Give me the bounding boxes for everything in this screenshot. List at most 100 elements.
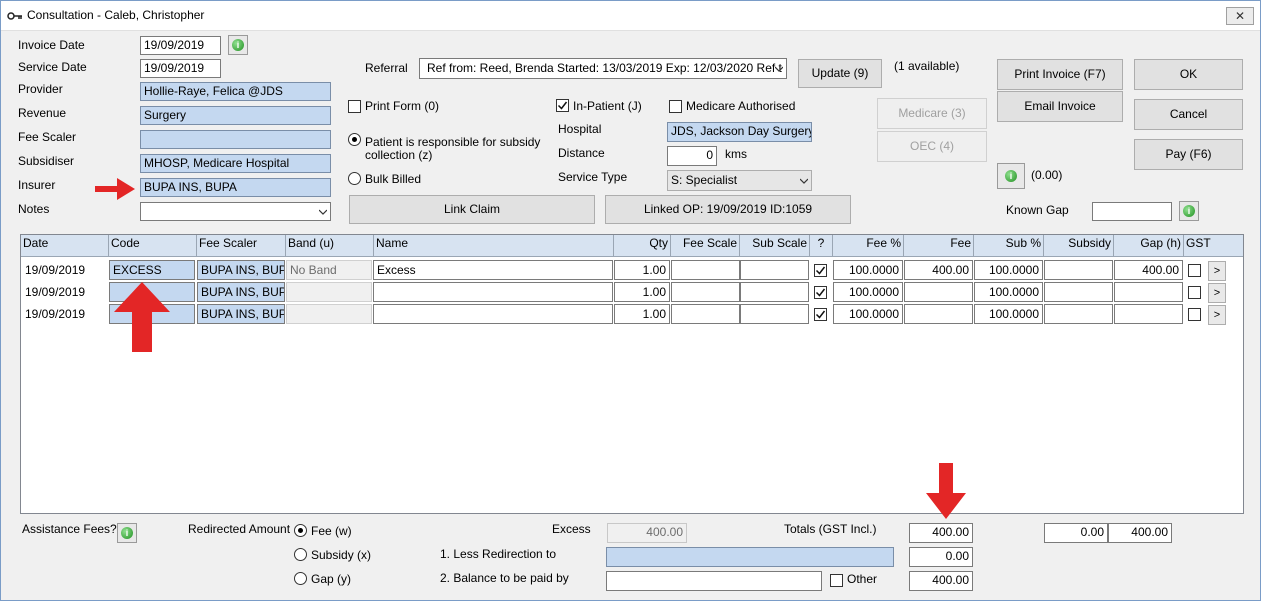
row-qty[interactable]: 1.00	[614, 260, 670, 280]
row-expand-button[interactable]: >	[1208, 261, 1226, 281]
invoice-date-field[interactable]: 19/09/2019	[140, 36, 221, 55]
row-sub-scale[interactable]	[740, 260, 809, 280]
row-subsidy[interactable]	[1044, 304, 1113, 324]
link-claim-button[interactable]: Link Claim	[349, 195, 595, 224]
row-fee[interactable]: 400.00	[904, 260, 973, 280]
known-gap-field[interactable]	[1092, 202, 1172, 221]
col-qty[interactable]: Qty	[614, 235, 671, 257]
row-fee-scale[interactable]	[671, 304, 740, 324]
row-gap[interactable]	[1114, 282, 1183, 302]
service-date-field[interactable]: 19/09/2019	[140, 59, 221, 78]
row-fee[interactable]	[904, 304, 973, 324]
row-qty[interactable]: 1.00	[614, 282, 670, 302]
gap-radio[interactable]	[294, 572, 307, 585]
col-fee[interactable]: Fee	[904, 235, 974, 257]
linked-op-button[interactable]: Linked OP: 19/09/2019 ID:1059	[605, 195, 851, 224]
in-patient-checkbox[interactable]	[556, 99, 569, 112]
row-gst-checkbox[interactable]	[1188, 264, 1201, 277]
less-redirection-field[interactable]	[606, 547, 894, 567]
row-date[interactable]: 19/09/2019	[21, 282, 109, 302]
row-band[interactable]	[286, 282, 372, 302]
row-fee-pct[interactable]: 100.0000	[833, 304, 903, 324]
row-checkbox[interactable]	[814, 264, 827, 277]
revenue-field[interactable]: Surgery	[140, 106, 331, 125]
row-checkbox[interactable]	[814, 308, 827, 321]
email-invoice-button[interactable]: Email Invoice	[997, 91, 1123, 122]
bulk-billed-radio[interactable]	[348, 172, 361, 185]
close-button[interactable]: ✕	[1226, 7, 1254, 25]
subsidiser-field[interactable]: MHOSP, Medicare Hospital	[140, 154, 331, 173]
row-date[interactable]: 19/09/2019	[21, 304, 109, 324]
row-gap[interactable]: 400.00	[1114, 260, 1183, 280]
patient-responsible-radio[interactable]	[348, 133, 361, 146]
row-sub-pct[interactable]: 100.0000	[974, 282, 1043, 302]
oec-button[interactable]: OEC (4)	[877, 131, 987, 162]
row-fee-pct[interactable]: 100.0000	[833, 282, 903, 302]
col-fee-pct[interactable]: Fee %	[833, 235, 904, 257]
row-name[interactable]	[373, 282, 613, 302]
medicare-button[interactable]: Medicare (3)	[877, 98, 987, 129]
row-name[interactable]: Excess	[373, 260, 613, 280]
subsidy-radio[interactable]	[294, 548, 307, 561]
col-fee-scale[interactable]: Fee Scale	[671, 235, 740, 257]
col-name[interactable]: Name	[374, 235, 614, 257]
other-checkbox[interactable]	[830, 574, 843, 587]
gap-info-button[interactable]: i	[997, 163, 1025, 189]
row-band[interactable]: No Band	[286, 260, 372, 280]
service-type-dropdown[interactable]: S: Specialist	[667, 170, 812, 191]
col-subsidy[interactable]: Subsidy	[1044, 235, 1114, 257]
invoice-date-info-button[interactable]: i	[228, 35, 248, 55]
assistance-fees-info-button[interactable]: i	[117, 523, 137, 543]
update-referral-button[interactable]: Update (9)	[798, 59, 882, 88]
col-sub-pct[interactable]: Sub %	[974, 235, 1044, 257]
row-qty[interactable]: 1.00	[614, 304, 670, 324]
row-code[interactable]: EXCESS	[109, 260, 195, 280]
row-sub-scale[interactable]	[740, 282, 809, 302]
row-fee[interactable]	[904, 282, 973, 302]
row-checkbox[interactable]	[814, 286, 827, 299]
row-gst-checkbox[interactable]	[1188, 308, 1201, 321]
row-expand-button[interactable]: >	[1208, 305, 1226, 325]
col-gst[interactable]: GST	[1184, 235, 1243, 257]
medicare-authorised-checkbox[interactable]	[669, 100, 682, 113]
cancel-button[interactable]: Cancel	[1134, 99, 1243, 130]
col-question[interactable]: ?	[810, 235, 833, 257]
row-subsidy[interactable]	[1044, 282, 1113, 302]
row-fee-scaler[interactable]: BUPA INS, BUPA	[197, 304, 285, 324]
row-sub-scale[interactable]	[740, 304, 809, 324]
col-sub-scale[interactable]: Sub Scale	[740, 235, 810, 257]
referral-dropdown[interactable]: Ref from: Reed, Brenda Started: 13/03/20…	[419, 58, 787, 79]
row-subsidy[interactable]	[1044, 260, 1113, 280]
fee-radio[interactable]	[294, 524, 307, 537]
row-fee-scale[interactable]	[671, 260, 740, 280]
print-invoice-button[interactable]: Print Invoice (F7)	[997, 59, 1123, 90]
row-fee-scale[interactable]	[671, 282, 740, 302]
hospital-field[interactable]: JDS, Jackson Day Surgery	[667, 122, 812, 142]
distance-field[interactable]: 0	[667, 146, 717, 166]
col-fee-scaler[interactable]: Fee Scaler	[197, 235, 286, 257]
col-band[interactable]: Band (u)	[286, 235, 374, 257]
provider-field[interactable]: Hollie-Raye, Felica @JDS	[140, 82, 331, 101]
print-form-checkbox[interactable]	[348, 100, 361, 113]
pay-button[interactable]: Pay (F6)	[1134, 139, 1243, 170]
row-name[interactable]	[373, 304, 613, 324]
row-fee-scaler[interactable]: BUPA INS, BUPA	[197, 282, 285, 302]
fee-scaler-field[interactable]	[140, 130, 331, 149]
row-fee-scaler[interactable]: BUPA INS, BUPA	[197, 260, 285, 280]
insurer-field[interactable]: BUPA INS, BUPA	[140, 178, 331, 197]
row-expand-button[interactable]: >	[1208, 283, 1226, 303]
row-gap[interactable]	[1114, 304, 1183, 324]
col-gap[interactable]: Gap (h)	[1114, 235, 1184, 257]
balance-payer-field[interactable]	[606, 571, 822, 591]
col-code[interactable]: Code	[109, 235, 197, 257]
notes-dropdown[interactable]	[140, 202, 331, 221]
row-sub-pct[interactable]: 100.0000	[974, 260, 1043, 280]
row-gst-checkbox[interactable]	[1188, 286, 1201, 299]
row-date[interactable]: 19/09/2019	[21, 260, 109, 280]
known-gap-info-button[interactable]: i	[1179, 201, 1199, 221]
row-band[interactable]	[286, 304, 372, 324]
row-sub-pct[interactable]: 100.0000	[974, 304, 1043, 324]
row-fee-pct[interactable]: 100.0000	[833, 260, 903, 280]
ok-button[interactable]: OK	[1134, 59, 1243, 90]
col-date[interactable]: Date	[21, 235, 109, 257]
